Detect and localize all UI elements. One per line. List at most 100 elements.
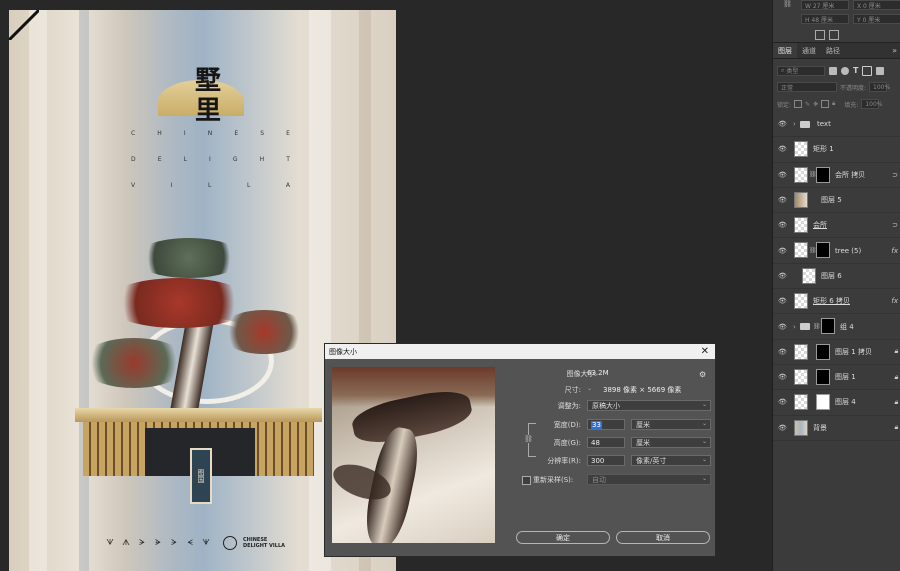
lock-row: 锁定: ✎ ✥ 🔒︎ 填充: 100% — [777, 99, 899, 109]
gear-icon[interactable]: ⚙ — [699, 370, 706, 379]
layer-name: text — [817, 120, 831, 129]
layer-row[interactable]: 👁︎ 图层 4 🔒︎ — [773, 390, 900, 416]
properties-area: ⛓ W 27 厘米 X 0 厘米 H 48 厘米 Y 0 厘米 — [773, 0, 900, 43]
visibility-eye-icon[interactable]: 👁︎ — [778, 196, 787, 204]
dimensions-label: 尺寸: — [564, 386, 581, 394]
close-icon[interactable]: ✕ — [701, 346, 709, 357]
layer-mask-thumbnail — [816, 394, 830, 411]
layer-mask-thumbnail — [816, 166, 830, 183]
fill-field[interactable]: 100% — [861, 99, 882, 109]
width-label: 宽度(D): — [553, 421, 581, 429]
visibility-eye-icon[interactable]: 👁︎ — [778, 221, 787, 229]
layer-row[interactable]: 👁︎ 背景 🔒︎ — [773, 416, 900, 441]
height-unit-select[interactable]: 厘米 ⌄ — [631, 437, 711, 448]
y-field[interactable]: Y 0 厘米 — [853, 14, 900, 24]
fit-to-select[interactable]: 原稿大小 ⌄ — [587, 400, 711, 411]
dialog-title-bar: 图像大小 ✕ — [325, 344, 715, 359]
tree-canopy-left — [79, 338, 189, 388]
align-icons-row — [815, 30, 839, 40]
opacity-field[interactable]: 100% — [869, 82, 890, 92]
align-icon[interactable] — [815, 30, 825, 40]
resolution-label: 分辨率(R): — [547, 457, 581, 465]
layer-row[interactable]: 👁︎ 矩形 1 — [773, 137, 900, 163]
fx-icon[interactable]: fx — [891, 247, 898, 255]
layer-row[interactable]: 👁︎ 图层 1 🔒︎ — [773, 365, 900, 391]
image-preview[interactable] — [332, 367, 495, 543]
amenity-icon: ᗔ — [171, 538, 177, 547]
tab-paths[interactable]: 路径 — [821, 43, 845, 58]
panel-tabs: 图层 通道 路径 » — [773, 43, 900, 59]
cancel-button[interactable]: 取消 — [616, 531, 710, 544]
layer-row[interactable]: 👁︎ ⛓ tree (5) fx — [773, 238, 900, 264]
width-field[interactable]: W 27 厘米 — [801, 0, 849, 10]
filter-type-select[interactable]: ⌕ 类型 — [777, 65, 825, 76]
chevron-down-icon[interactable]: ⌄ — [587, 385, 592, 392]
layer-row[interactable]: 👁︎ 图层 6 — [773, 264, 900, 290]
layer-row[interactable]: 👁︎ 会所 ⊃ — [773, 213, 900, 239]
height-y-row: H 48 厘米 Y 0 厘米 — [801, 14, 900, 24]
visibility-eye-icon[interactable]: 👁︎ — [778, 348, 787, 356]
amenity-icon: ᗒ — [139, 538, 145, 547]
lock-icon: 🔒︎ — [894, 397, 898, 406]
adjustment-filter-icon[interactable] — [841, 66, 849, 75]
chevron-right-icon[interactable]: › — [793, 120, 796, 128]
lock-all-icon[interactable]: 🔒︎ — [832, 100, 835, 108]
filter-type-label: 类型 — [786, 68, 799, 75]
layer-row[interactable]: 👁︎ › text — [773, 112, 900, 138]
blend-row: 正常 不透明度: 100% — [777, 82, 899, 92]
tree-canopy-right — [219, 310, 309, 354]
visibility-eye-icon[interactable]: 👁︎ — [778, 424, 787, 432]
opacity-label: 不透明度: — [840, 84, 867, 92]
layer-row[interactable]: 👁︎ 矩形 6 拷贝 fx — [773, 289, 900, 315]
resolution-unit-select[interactable]: 像素/英寸 ⌄ — [631, 455, 711, 466]
visibility-eye-icon[interactable]: 👁︎ — [778, 398, 787, 406]
resolution-unit-value: 像素/英寸 — [636, 456, 667, 465]
link-badge-icon: ⊃ — [892, 221, 898, 230]
layer-name: 图层 6 — [821, 271, 842, 280]
blend-mode-select[interactable]: 正常 — [777, 82, 837, 92]
layer-row[interactable]: 👁︎ 图层 5 — [773, 188, 900, 214]
x-field[interactable]: X 0 厘米 — [853, 0, 900, 10]
panel-menu-icon[interactable]: » — [892, 46, 897, 55]
link-dimensions-row: ⛓ — [783, 0, 792, 8]
visibility-eye-icon[interactable]: 👁︎ — [778, 247, 787, 255]
visibility-eye-icon[interactable]: 👁︎ — [778, 171, 787, 179]
lock-brush-icon[interactable]: ✎ — [805, 101, 810, 108]
layer-name: 矩形 6 拷贝 — [813, 297, 850, 306]
link-icon[interactable]: ⛓ — [783, 0, 792, 8]
smart-filter-icon[interactable] — [876, 66, 885, 75]
layer-row[interactable]: 👁︎ ⛓ 会所 拷贝 ⊃ — [773, 163, 900, 188]
layer-row[interactable]: 👁︎ 图层 1 拷贝 🔒︎ — [773, 340, 900, 365]
ok-button[interactable]: 确定 — [516, 531, 610, 544]
chevron-right-icon[interactable]: › — [793, 323, 796, 331]
lock-transparent-icon[interactable] — [794, 100, 803, 108]
resample-checkbox[interactable] — [522, 476, 531, 485]
type-filter-icon[interactable]: T — [853, 66, 858, 75]
lock-move-icon[interactable]: ✥ — [813, 101, 818, 108]
lock-icon: 🔒︎ — [894, 372, 898, 381]
visibility-eye-icon[interactable]: 👁︎ — [778, 297, 787, 305]
pixel-filter-icon[interactable] — [829, 66, 837, 75]
layer-thumbnail — [794, 293, 808, 310]
visibility-eye-icon[interactable]: 👁︎ — [778, 272, 787, 280]
visibility-eye-icon[interactable]: 👁︎ — [778, 323, 787, 331]
visibility-eye-icon[interactable]: 👁︎ — [778, 145, 787, 153]
lock-artboard-icon[interactable] — [821, 100, 830, 108]
layer-mask-thumbnail — [821, 318, 835, 335]
height-input[interactable]: 48 — [587, 437, 625, 448]
visibility-eye-icon[interactable]: 👁︎ — [778, 373, 787, 381]
resolution-value: 300 — [591, 456, 605, 465]
width-unit-select[interactable]: 厘米 ⌄ — [631, 419, 711, 430]
layer-row[interactable]: 👁︎ › ⛓ 组 4 — [773, 314, 900, 340]
tab-layers[interactable]: 图层 — [773, 43, 797, 58]
fx-icon[interactable]: fx — [891, 297, 898, 305]
shape-filter-icon[interactable] — [862, 65, 873, 76]
visibility-eye-icon[interactable]: 👁︎ — [778, 120, 787, 128]
align-icon[interactable] — [829, 30, 839, 40]
width-input[interactable]: 33 — [587, 419, 625, 430]
resolution-input[interactable]: 300 — [587, 455, 625, 466]
crop-corner-icon — [9, 10, 39, 40]
paint-streak — [79, 10, 89, 571]
tab-channels[interactable]: 通道 — [797, 43, 821, 58]
height-field[interactable]: H 48 厘米 — [801, 14, 849, 24]
